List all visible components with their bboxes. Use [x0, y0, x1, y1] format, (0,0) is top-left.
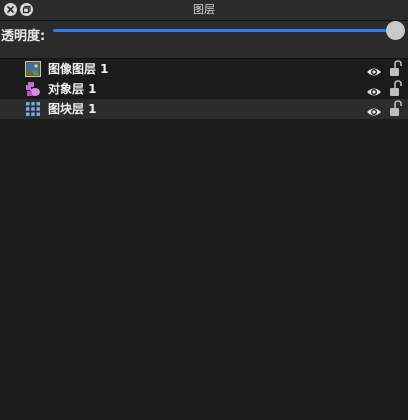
unlocked-padlock-icon[interactable]: [389, 80, 403, 97]
layer-name: 图像图层 1: [48, 62, 109, 76]
layer-list: 图像图层 1 对象层 1 图块层 1: [0, 59, 408, 119]
opacity-slider-thumb[interactable]: [386, 21, 405, 40]
panel-title: 图层: [193, 3, 215, 16]
opacity-slider-fill: [53, 29, 395, 32]
opacity-slider[interactable]: [53, 21, 405, 40]
layer-name: 图块层 1: [48, 102, 97, 116]
layer-row-tile[interactable]: 图块层 1: [0, 99, 408, 119]
image-layer-icon: [25, 61, 41, 77]
unlocked-padlock-icon[interactable]: [389, 100, 403, 117]
visibility-eye-icon[interactable]: [366, 63, 382, 76]
opacity-toolbar: 透明度:: [0, 21, 408, 59]
unlocked-padlock-icon[interactable]: [389, 60, 403, 77]
opacity-label: 透明度:: [1, 29, 46, 44]
layer-row-object[interactable]: 对象层 1: [0, 79, 408, 99]
layer-name: 对象层 1: [48, 82, 97, 96]
visibility-eye-icon[interactable]: [366, 103, 382, 116]
object-layer-icon: [25, 81, 41, 97]
layers-panel: 图层 透明度: 图像图层 1 对象层 1 图块层 1: [0, 0, 408, 420]
tile-layer-icon: [25, 101, 41, 117]
layer-row-image[interactable]: 图像图层 1: [0, 59, 408, 79]
visibility-eye-icon[interactable]: [366, 83, 382, 96]
panel-titlebar: 图层: [0, 0, 408, 21]
